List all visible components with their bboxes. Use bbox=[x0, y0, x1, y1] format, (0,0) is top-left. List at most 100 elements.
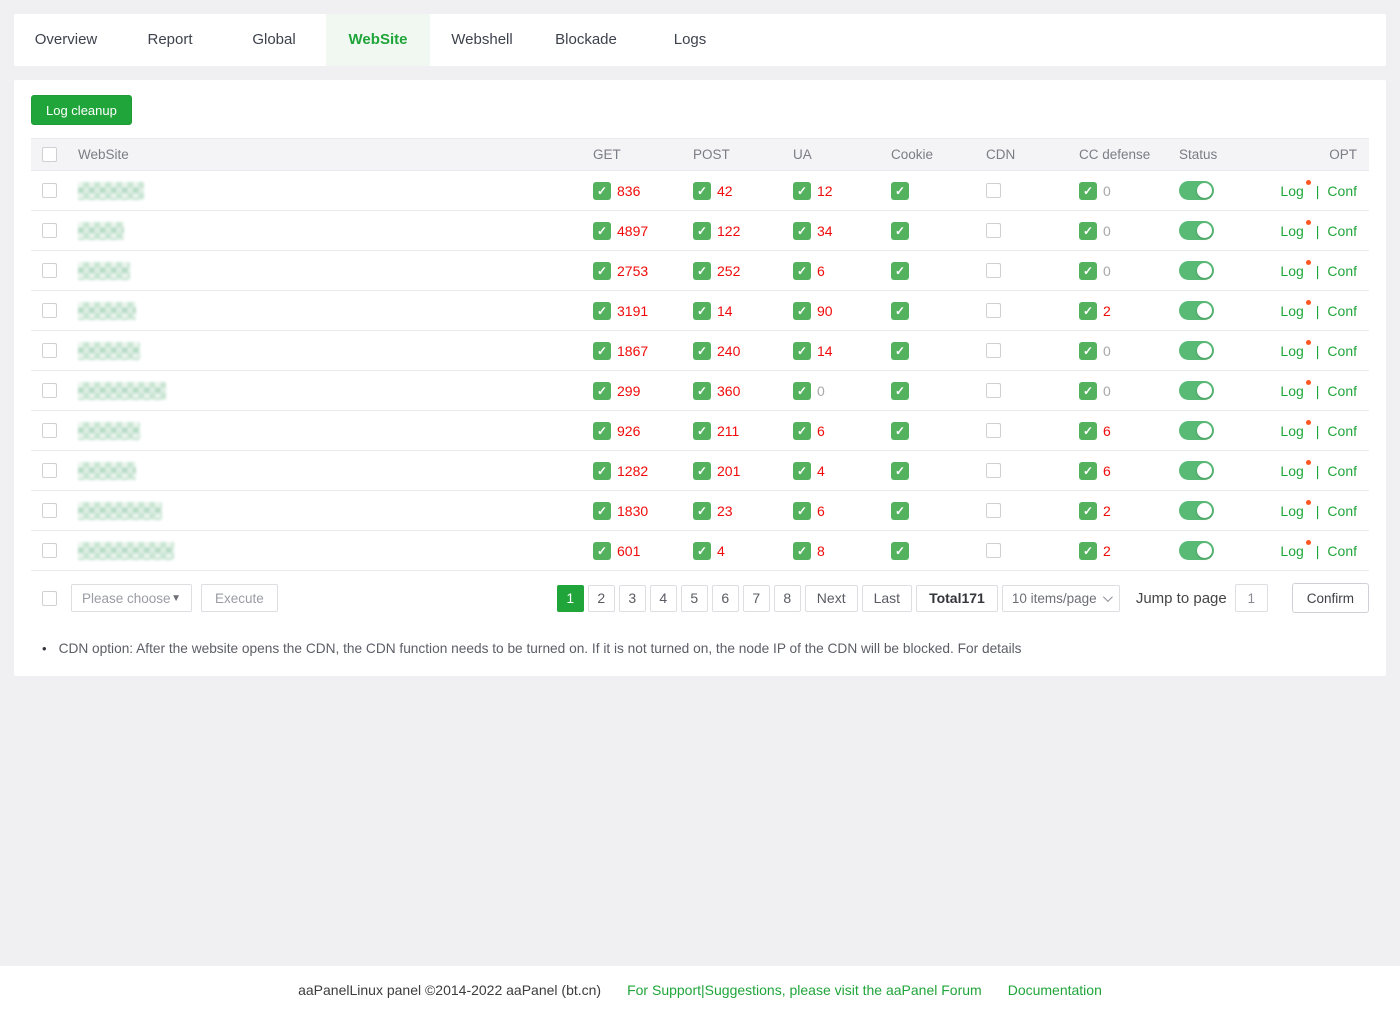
tab-webshell[interactable]: Webshell bbox=[430, 14, 534, 66]
cdn-checkbox[interactable] bbox=[986, 423, 1001, 438]
cdn-checkbox[interactable] bbox=[986, 303, 1001, 318]
log-link[interactable]: Log bbox=[1280, 463, 1303, 479]
page-button-2[interactable]: 2 bbox=[588, 585, 615, 612]
ua-protect-checkmark-icon[interactable]: ✓ bbox=[793, 502, 811, 520]
tab-blockade[interactable]: Blockade bbox=[534, 14, 638, 66]
get-protect-checkmark-icon[interactable]: ✓ bbox=[593, 222, 611, 240]
get-protect-checkmark-icon[interactable]: ✓ bbox=[593, 422, 611, 440]
row-checkbox[interactable] bbox=[42, 423, 57, 438]
conf-link[interactable]: Conf bbox=[1327, 463, 1357, 479]
cdn-checkbox[interactable] bbox=[986, 463, 1001, 478]
get-protect-checkmark-icon[interactable]: ✓ bbox=[593, 462, 611, 480]
log-link[interactable]: Log bbox=[1280, 223, 1303, 239]
bulk-action-select[interactable]: Please choose ▼ bbox=[71, 584, 192, 612]
cdn-checkbox[interactable] bbox=[986, 223, 1001, 238]
page-button-3[interactable]: 3 bbox=[619, 585, 646, 612]
post-protect-checkmark-icon[interactable]: ✓ bbox=[693, 342, 711, 360]
row-checkbox[interactable] bbox=[42, 183, 57, 198]
cc-defense-checkmark-icon[interactable]: ✓ bbox=[1079, 302, 1097, 320]
cookie-protect-checkmark-icon[interactable]: ✓ bbox=[891, 422, 909, 440]
row-checkbox[interactable] bbox=[42, 343, 57, 358]
page-button-7[interactable]: 7 bbox=[743, 585, 770, 612]
page-button-4[interactable]: 4 bbox=[650, 585, 677, 612]
log-cleanup-button[interactable]: Log cleanup bbox=[31, 95, 132, 125]
status-toggle[interactable] bbox=[1179, 421, 1214, 440]
conf-link[interactable]: Conf bbox=[1327, 183, 1357, 199]
confirm-button[interactable]: Confirm bbox=[1292, 583, 1369, 613]
log-link[interactable]: Log bbox=[1280, 423, 1303, 439]
log-link[interactable]: Log bbox=[1280, 263, 1303, 279]
cc-defense-checkmark-icon[interactable]: ✓ bbox=[1079, 342, 1097, 360]
status-toggle[interactable] bbox=[1179, 541, 1214, 560]
log-link[interactable]: Log bbox=[1280, 303, 1303, 319]
log-link[interactable]: Log bbox=[1280, 183, 1303, 199]
status-toggle[interactable] bbox=[1179, 461, 1214, 480]
cdn-checkbox[interactable] bbox=[986, 343, 1001, 358]
row-checkbox[interactable] bbox=[42, 223, 57, 238]
cc-defense-checkmark-icon[interactable]: ✓ bbox=[1079, 382, 1097, 400]
get-protect-checkmark-icon[interactable]: ✓ bbox=[593, 342, 611, 360]
cdn-checkbox[interactable] bbox=[986, 383, 1001, 398]
get-protect-checkmark-icon[interactable]: ✓ bbox=[593, 302, 611, 320]
page-button-5[interactable]: 5 bbox=[681, 585, 708, 612]
ua-protect-checkmark-icon[interactable]: ✓ bbox=[793, 222, 811, 240]
page-size-select[interactable]: 10 items/page bbox=[1002, 585, 1120, 612]
get-protect-checkmark-icon[interactable]: ✓ bbox=[593, 382, 611, 400]
next-page-button[interactable]: Next bbox=[805, 585, 858, 612]
ua-protect-checkmark-icon[interactable]: ✓ bbox=[793, 262, 811, 280]
cookie-protect-checkmark-icon[interactable]: ✓ bbox=[891, 542, 909, 560]
row-checkbox[interactable] bbox=[42, 463, 57, 478]
post-protect-checkmark-icon[interactable]: ✓ bbox=[693, 462, 711, 480]
cc-defense-checkmark-icon[interactable]: ✓ bbox=[1079, 222, 1097, 240]
documentation-link[interactable]: Documentation bbox=[1008, 982, 1102, 998]
status-toggle[interactable] bbox=[1179, 181, 1214, 200]
conf-link[interactable]: Conf bbox=[1327, 383, 1357, 399]
get-protect-checkmark-icon[interactable]: ✓ bbox=[593, 542, 611, 560]
status-toggle[interactable] bbox=[1179, 221, 1214, 240]
post-protect-checkmark-icon[interactable]: ✓ bbox=[693, 382, 711, 400]
cookie-protect-checkmark-icon[interactable]: ✓ bbox=[891, 502, 909, 520]
conf-link[interactable]: Conf bbox=[1327, 303, 1357, 319]
row-checkbox[interactable] bbox=[42, 303, 57, 318]
status-toggle[interactable] bbox=[1179, 341, 1214, 360]
log-link[interactable]: Log bbox=[1280, 383, 1303, 399]
cookie-protect-checkmark-icon[interactable]: ✓ bbox=[891, 342, 909, 360]
ua-protect-checkmark-icon[interactable]: ✓ bbox=[793, 182, 811, 200]
ua-protect-checkmark-icon[interactable]: ✓ bbox=[793, 382, 811, 400]
ua-protect-checkmark-icon[interactable]: ✓ bbox=[793, 422, 811, 440]
ua-protect-checkmark-icon[interactable]: ✓ bbox=[793, 542, 811, 560]
tab-logs[interactable]: Logs bbox=[638, 14, 742, 66]
cookie-protect-checkmark-icon[interactable]: ✓ bbox=[891, 182, 909, 200]
post-protect-checkmark-icon[interactable]: ✓ bbox=[693, 422, 711, 440]
get-protect-checkmark-icon[interactable]: ✓ bbox=[593, 262, 611, 280]
status-toggle[interactable] bbox=[1179, 381, 1214, 400]
post-protect-checkmark-icon[interactable]: ✓ bbox=[693, 262, 711, 280]
last-page-button[interactable]: Last bbox=[862, 585, 912, 612]
select-all-checkbox[interactable] bbox=[42, 147, 57, 162]
ua-protect-checkmark-icon[interactable]: ✓ bbox=[793, 302, 811, 320]
cookie-protect-checkmark-icon[interactable]: ✓ bbox=[891, 462, 909, 480]
page-button-1[interactable]: 1 bbox=[557, 585, 584, 612]
ua-protect-checkmark-icon[interactable]: ✓ bbox=[793, 342, 811, 360]
post-protect-checkmark-icon[interactable]: ✓ bbox=[693, 222, 711, 240]
cdn-checkbox[interactable] bbox=[986, 543, 1001, 558]
get-protect-checkmark-icon[interactable]: ✓ bbox=[593, 182, 611, 200]
cc-defense-checkmark-icon[interactable]: ✓ bbox=[1079, 542, 1097, 560]
tab-overview[interactable]: Overview bbox=[14, 14, 118, 66]
page-button-8[interactable]: 8 bbox=[774, 585, 801, 612]
status-toggle[interactable] bbox=[1179, 301, 1214, 320]
log-link[interactable]: Log bbox=[1280, 503, 1303, 519]
cdn-checkbox[interactable] bbox=[986, 503, 1001, 518]
get-protect-checkmark-icon[interactable]: ✓ bbox=[593, 502, 611, 520]
tab-report[interactable]: Report bbox=[118, 14, 222, 66]
cc-defense-checkmark-icon[interactable]: ✓ bbox=[1079, 182, 1097, 200]
cc-defense-checkmark-icon[interactable]: ✓ bbox=[1079, 462, 1097, 480]
post-protect-checkmark-icon[interactable]: ✓ bbox=[693, 182, 711, 200]
conf-link[interactable]: Conf bbox=[1327, 423, 1357, 439]
row-checkbox[interactable] bbox=[42, 383, 57, 398]
cookie-protect-checkmark-icon[interactable]: ✓ bbox=[891, 302, 909, 320]
row-checkbox[interactable] bbox=[42, 263, 57, 278]
cookie-protect-checkmark-icon[interactable]: ✓ bbox=[891, 222, 909, 240]
ua-protect-checkmark-icon[interactable]: ✓ bbox=[793, 462, 811, 480]
conf-link[interactable]: Conf bbox=[1327, 263, 1357, 279]
